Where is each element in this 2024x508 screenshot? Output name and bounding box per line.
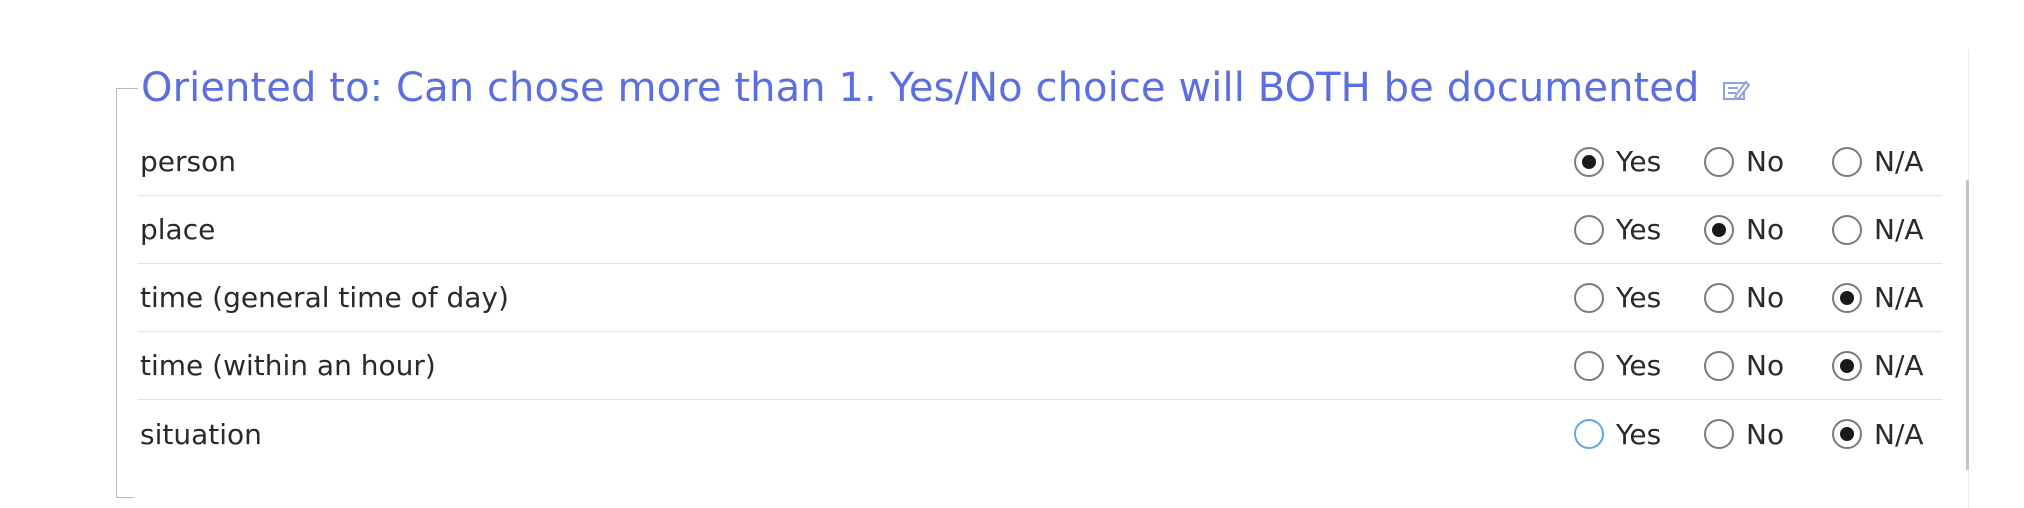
row-label: time (general time of day) bbox=[140, 281, 509, 314]
radio-yes-unchecked[interactable] bbox=[1574, 214, 1604, 245]
option-na[interactable]: N/A bbox=[1832, 213, 1942, 246]
option-no[interactable]: No bbox=[1704, 349, 1832, 382]
radio-no-unchecked[interactable] bbox=[1704, 350, 1734, 381]
table-row: time (within an hour) Yes No N/A bbox=[138, 332, 1942, 400]
row-label: situation bbox=[140, 417, 262, 451]
option-no[interactable]: No bbox=[1704, 213, 1832, 246]
option-label-no: No bbox=[1746, 349, 1785, 382]
radio-group: Yes No N/A bbox=[1574, 281, 1942, 314]
option-no[interactable]: No bbox=[1704, 145, 1832, 178]
radio-yes-unchecked[interactable] bbox=[1574, 282, 1604, 313]
group-title: Oriented to: Can chose more than 1. Yes/… bbox=[141, 65, 1700, 111]
radio-no-unchecked[interactable] bbox=[1704, 282, 1734, 313]
radio-na-checked[interactable] bbox=[1832, 282, 1862, 313]
group-frame-bottom-border bbox=[116, 497, 134, 498]
radio-no-unchecked[interactable] bbox=[1704, 419, 1734, 449]
option-yes[interactable]: Yes bbox=[1574, 349, 1704, 382]
option-label-na: N/A bbox=[1874, 281, 1924, 314]
group-frame-left-border bbox=[116, 88, 117, 498]
radio-group: Yes No N/A bbox=[1574, 349, 1942, 382]
option-no[interactable]: No bbox=[1704, 281, 1832, 314]
option-label-na: N/A bbox=[1874, 349, 1924, 382]
edit-note-icon[interactable] bbox=[1722, 76, 1750, 104]
group-frame-top-border bbox=[116, 88, 138, 89]
option-label-no: No bbox=[1746, 213, 1785, 246]
table-row: time (general time of day) Yes No N/A bbox=[138, 264, 1942, 332]
radio-na-checked[interactable] bbox=[1832, 419, 1862, 449]
radio-group: Yes No N/A bbox=[1574, 145, 1942, 178]
radio-group: Yes No N/A bbox=[1574, 213, 1942, 246]
radio-no-unchecked[interactable] bbox=[1704, 146, 1734, 177]
option-na[interactable]: N/A bbox=[1832, 349, 1942, 382]
table-row: person Yes No N/A bbox=[138, 128, 1942, 196]
option-na[interactable]: N/A bbox=[1832, 418, 1942, 451]
option-label-no: No bbox=[1746, 281, 1785, 314]
option-label-yes: Yes bbox=[1616, 145, 1662, 178]
row-label: time (within an hour) bbox=[140, 349, 436, 382]
radio-na-unchecked[interactable] bbox=[1832, 146, 1862, 177]
option-label-na: N/A bbox=[1874, 145, 1924, 178]
option-label-yes: Yes bbox=[1616, 417, 1662, 451]
option-label-na: N/A bbox=[1874, 213, 1924, 246]
radio-na-unchecked[interactable] bbox=[1832, 214, 1862, 245]
vertical-scrollbar[interactable] bbox=[1966, 180, 1969, 470]
option-na[interactable]: N/A bbox=[1832, 145, 1942, 178]
option-yes[interactable]: Yes bbox=[1574, 213, 1704, 246]
option-yes[interactable]: Yes bbox=[1574, 145, 1704, 178]
option-label-yes: Yes bbox=[1616, 349, 1662, 382]
radio-group: Yes No N/A bbox=[1574, 418, 1942, 451]
group-legend: Oriented to: Can chose more than 1. Yes/… bbox=[141, 60, 1756, 116]
orientation-rows: person Yes No N/A place Yes No N/A time (general… bbox=[138, 128, 1942, 468]
radio-na-checked[interactable] bbox=[1832, 350, 1862, 381]
option-label-no: No bbox=[1746, 145, 1785, 178]
option-label-yes: Yes bbox=[1616, 213, 1662, 246]
option-yes[interactable]: Yes bbox=[1574, 281, 1704, 314]
option-label-no: No bbox=[1746, 417, 1785, 451]
option-no[interactable]: No bbox=[1704, 418, 1832, 451]
radio-yes-checked[interactable] bbox=[1574, 146, 1604, 177]
row-label: person bbox=[140, 145, 236, 178]
table-row: situation Yes No N/A bbox=[138, 400, 1942, 468]
table-row: place Yes No N/A bbox=[138, 196, 1942, 264]
option-na[interactable]: N/A bbox=[1832, 281, 1942, 314]
radio-no-checked[interactable] bbox=[1704, 214, 1734, 245]
option-label-yes: Yes bbox=[1616, 281, 1662, 314]
radio-yes-unchecked[interactable] bbox=[1574, 350, 1604, 381]
radio-yes-unchecked[interactable] bbox=[1574, 419, 1604, 449]
orientation-panel: Oriented to: Can chose more than 1. Yes/… bbox=[0, 0, 2024, 508]
option-label-na: N/A bbox=[1874, 417, 1924, 451]
row-label: place bbox=[140, 213, 216, 246]
option-yes[interactable]: Yes bbox=[1574, 418, 1704, 451]
